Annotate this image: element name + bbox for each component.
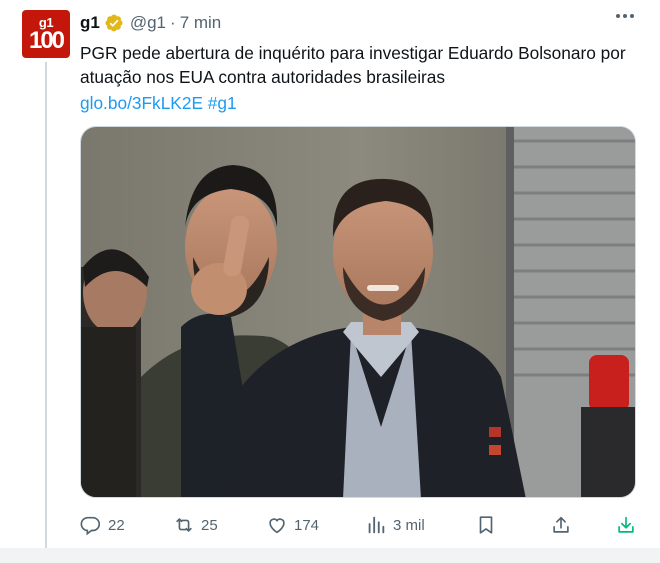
avatar-column: g1 100 — [22, 10, 70, 58]
reply-icon — [80, 516, 101, 536]
tweet-timestamp[interactable]: 7 min — [180, 13, 222, 33]
tweet-link[interactable]: glo.bo/3FkLK2E — [80, 93, 203, 113]
tweet-body: g1 @g1 · 7 min PGR pede abertura de inqu… — [80, 10, 640, 115]
like-icon — [269, 518, 285, 534]
tweet-actions: 22 25 174 3 mil — [80, 510, 640, 540]
feed-separator — [0, 548, 660, 563]
download-icon — [618, 516, 634, 533]
like-count: 174 — [294, 516, 320, 534]
views-button[interactable]: 3 mil — [365, 510, 425, 540]
bookmark-icon — [479, 516, 493, 534]
tweet-hashtag[interactable]: #g1 — [208, 93, 237, 113]
download-button[interactable] — [615, 510, 643, 540]
views-icon — [368, 516, 385, 534]
tweet-photo[interactable] — [80, 126, 636, 498]
thread-line — [45, 62, 47, 548]
views-count: 3 mil — [393, 516, 425, 534]
author-name[interactable]: g1 — [80, 13, 100, 33]
retweet-button[interactable]: 25 — [173, 510, 218, 540]
author-handle[interactable]: @g1 — [130, 13, 166, 33]
share-icon — [553, 516, 569, 533]
like-button[interactable]: 174 — [266, 510, 319, 540]
retweet-count: 25 — [201, 516, 218, 534]
photo-image — [81, 127, 635, 497]
tweet[interactable]: g1 100 g1 @g1 · 7 min PGR pede abertura … — [0, 0, 660, 548]
reply-count: 22 — [108, 516, 125, 534]
share-button[interactable] — [550, 510, 578, 540]
reply-button[interactable]: 22 — [80, 510, 125, 540]
verified-badge-icon — [104, 13, 124, 33]
tweet-text: PGR pede abertura de inquérito para inve… — [80, 43, 626, 87]
avatar-logo-number: 100 — [28, 27, 65, 54]
bookmark-button[interactable] — [475, 510, 503, 540]
more-icon[interactable] — [616, 14, 634, 18]
retweet-icon — [176, 518, 192, 532]
avatar[interactable]: g1 100 — [22, 10, 70, 58]
tweet-links: glo.bo/3FkLK2E #g1 — [80, 91, 640, 115]
tweet-header: g1 @g1 · 7 min — [80, 10, 640, 36]
header-separator: · — [170, 13, 176, 32]
